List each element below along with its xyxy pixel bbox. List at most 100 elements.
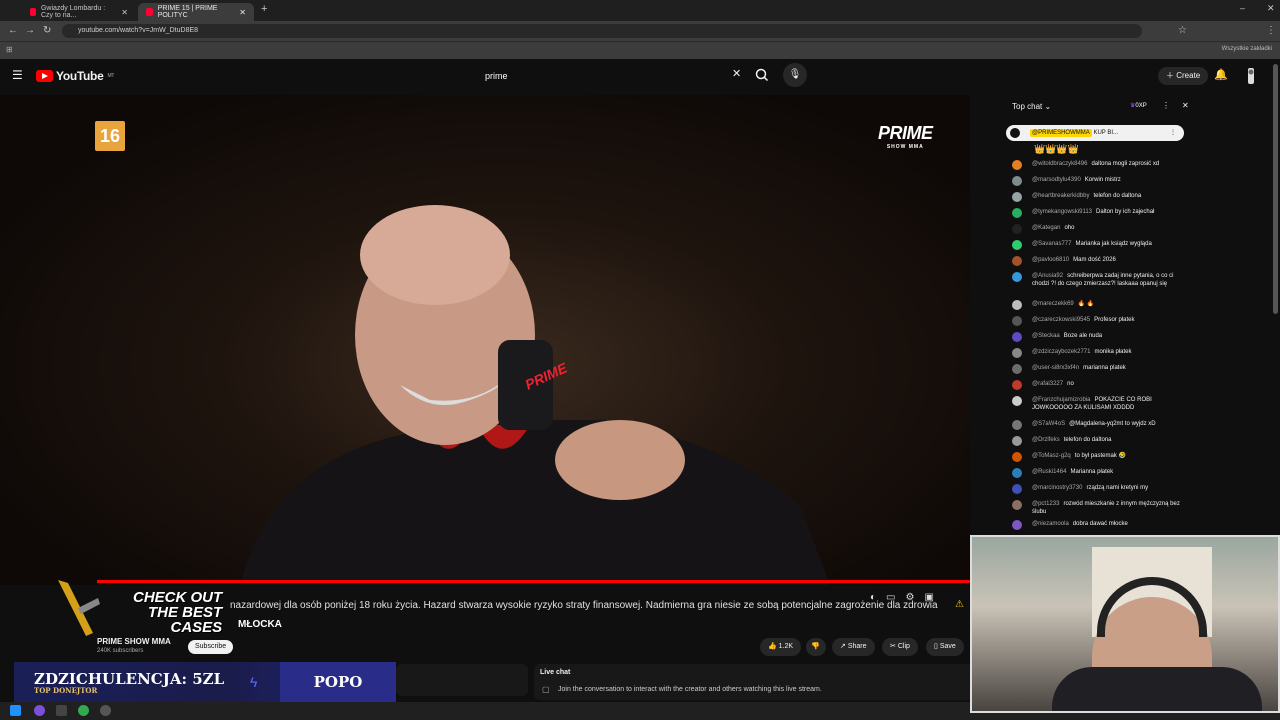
all-bookmarks-link[interactable]: Wszystkie zakładki: [1222, 46, 1272, 52]
chat-text: rządzą nami kretyni my: [1086, 485, 1149, 491]
chat-message[interactable]: @niezamoola dobra dawać młocke: [1012, 520, 1188, 530]
chat-message[interactable]: @ToMasz-g2q to był pastemak 🤣: [1012, 452, 1188, 462]
chat-more-icon[interactable]: ⋮: [1162, 101, 1170, 110]
description-panel[interactable]: [396, 664, 528, 696]
chat-author[interactable]: @Anusia92: [1032, 273, 1063, 279]
app-icon[interactable]: [34, 705, 45, 716]
search-button[interactable]: [752, 61, 772, 89]
chat-message[interactable]: @czareczkowski9545 Profesor płatek: [1012, 316, 1188, 326]
bookmark-star-icon[interactable]: ☆: [1178, 25, 1187, 36]
chat-message[interactable]: @Ruski1464 Marianna płatek: [1012, 468, 1188, 478]
chat-message[interactable]: @Franzchujamizrobia POKAZCIE CO ROBI JOWK…: [1012, 396, 1188, 412]
chrome-icon[interactable]: [78, 705, 89, 716]
browser-tab-1[interactable]: Gwiazdy Lombardu : Czy to na... ✕: [22, 3, 136, 21]
chat-message[interactable]: @pavloo6810 Mam dość 2026: [1012, 256, 1188, 266]
chat-author[interactable]: @heartbreakerkidbby: [1032, 193, 1089, 199]
pinned-more-icon[interactable]: ⋮: [1170, 125, 1176, 141]
like-button[interactable]: 👍 1.2K: [760, 638, 802, 656]
chat-author[interactable]: @Drzlfeks: [1032, 437, 1060, 443]
chat-author[interactable]: @Franzchujamizrobia: [1032, 397, 1090, 403]
url-field[interactable]: youtube.com/watch?v=JmW_DtuD8E8: [62, 24, 1142, 38]
chat-author[interactable]: @tymekangowski9113: [1032, 209, 1092, 215]
chat-mode-dropdown[interactable]: Top chat ⌄: [1012, 102, 1051, 111]
reload-icon[interactable]: ↻: [43, 25, 51, 36]
chat-author[interactable]: @witoldbraczyk8496: [1032, 161, 1087, 167]
start-icon[interactable]: [10, 705, 21, 716]
chat-message[interactable]: @marcinostry3730 rządzą nami kretyni my: [1012, 484, 1188, 494]
chat-message[interactable]: @rafal3227 no: [1012, 380, 1188, 390]
chat-message[interactable]: @Steckaa Boze ale nuda: [1012, 332, 1188, 342]
youtube-logo[interactable]: YouTube MT: [36, 69, 114, 83]
app-icon[interactable]: [56, 705, 67, 716]
chat-message[interactable]: @marsodtylu4390 Korwin mistrz: [1012, 176, 1188, 186]
webcam-shirt: [1052, 667, 1262, 711]
subscribe-button[interactable]: Subscribe: [188, 640, 234, 654]
close-window-icon[interactable]: ✕: [1267, 3, 1275, 14]
search-input[interactable]: prime: [477, 65, 747, 87]
browser-menu-icon[interactable]: ⋮: [1266, 25, 1276, 36]
chat-author[interactable]: @Steckaa: [1032, 333, 1060, 339]
video-progress-bar[interactable]: [97, 580, 970, 583]
chat-avatar: [1012, 484, 1022, 494]
back-icon[interactable]: ←: [8, 25, 18, 36]
chat-text: Marianka jak ksiądz wygląda: [1075, 241, 1152, 247]
promo-banner: CHECK OUT THE BEST CASES: [48, 580, 238, 636]
chat-author[interactable]: @S7aW4oS: [1032, 421, 1065, 427]
chat-author[interactable]: @Ruski1464: [1032, 469, 1066, 475]
chat-author[interactable]: @marcinostry3730: [1032, 485, 1082, 491]
create-button[interactable]: ＋ Create: [1158, 67, 1209, 85]
minimize-icon[interactable]: –: [1240, 3, 1245, 13]
chat-message[interactable]: @pct1233 rozwód mieszkanie z innym mężczy…: [1012, 500, 1188, 516]
chat-author[interactable]: @niezamoola: [1032, 521, 1069, 527]
share-button[interactable]: ↗ Share: [832, 638, 875, 656]
chat-message[interactable]: @user-si8rx3xf4n marianna platek: [1012, 364, 1188, 374]
chat-author[interactable]: @mareczekk69: [1032, 301, 1074, 307]
browser-tab-2[interactable]: PRIME 15 | PRIME POLITYC ✕: [138, 3, 254, 21]
dislike-button[interactable]: 👎: [806, 638, 826, 656]
chat-message[interactable]: @Kategan oho: [1012, 224, 1188, 234]
channel-info[interactable]: PRIME SHOW MMA 240K subscribers: [97, 637, 171, 654]
save-button[interactable]: ▯ Save: [926, 638, 964, 656]
chat-avatar: [1012, 332, 1022, 342]
chat-message[interactable]: @zdziczaybozek2771 monika płatek: [1012, 348, 1188, 358]
channel-name[interactable]: PRIME SHOW MMA: [97, 637, 171, 646]
close-tab-icon[interactable]: ✕: [239, 8, 246, 17]
live-chat-panel[interactable]: Live chat ▢ Join the conversation to int…: [534, 664, 974, 700]
page-scrollbar[interactable]: [1273, 64, 1278, 314]
chat-author[interactable]: @Savanas777: [1032, 241, 1071, 247]
new-tab-icon[interactable]: +: [261, 3, 267, 15]
chat-points[interactable]: ♛0XP: [1130, 102, 1147, 109]
chat-message[interactable]: @Anusia92 schreiberpwa zadaj inne pytania…: [1012, 272, 1188, 288]
chat-author[interactable]: @user-si8rx3xf4n: [1032, 365, 1079, 371]
chat-message[interactable]: @heartbreakerkidbby telefon do daltona: [1012, 192, 1188, 202]
like-count: 1.2K: [778, 643, 794, 650]
chat-message[interactable]: @mareczekk69 🔥 🔥: [1012, 300, 1188, 310]
chat-author[interactable]: @pavloo6810: [1032, 257, 1069, 263]
microphone-icon[interactable]: 🎙: [783, 63, 807, 87]
chat-message[interactable]: @witoldbraczyk8496 daltona mogli zaprosić…: [1012, 160, 1188, 170]
apps-grid-icon[interactable]: ⊞: [6, 45, 13, 54]
forward-icon[interactable]: →: [25, 25, 35, 36]
chat-author[interactable]: @Kategan: [1032, 225, 1060, 231]
chat-message[interactable]: @Drzlfeks telefon do daltona: [1012, 436, 1188, 446]
clip-button[interactable]: ✂ Clip: [882, 638, 918, 656]
pinned-message[interactable]: @PRIMESHOWMMA KUP BI... ⋮: [1006, 125, 1184, 141]
close-tab-icon[interactable]: ✕: [121, 8, 128, 17]
chat-message[interactable]: @S7aW4oS @Magdalena-yq2mt to wyjdz xD: [1012, 420, 1188, 430]
chat-author[interactable]: @pct1233: [1032, 501, 1059, 507]
chat-close-icon[interactable]: ✕: [1182, 101, 1189, 110]
hamburger-menu-icon[interactable]: ☰: [12, 68, 23, 82]
notifications-bell-icon[interactable]: 🔔: [1214, 68, 1228, 81]
video-player[interactable]: 16 PRIME SHOW MMA PRIME: [0, 95, 970, 585]
avatar[interactable]: [1244, 67, 1258, 85]
donator-subtitle: TOP DONEJTOR: [34, 686, 98, 695]
chat-author[interactable]: @ToMasz-g2q: [1032, 453, 1071, 459]
chat-author[interactable]: @czareczkowski9545: [1032, 317, 1090, 323]
chat-author[interactable]: @rafal3227: [1032, 381, 1063, 387]
chat-author[interactable]: @zdziczaybozek2771: [1032, 349, 1090, 355]
clear-search-icon[interactable]: ✕: [732, 67, 741, 80]
chat-author[interactable]: @marsodtylu4390: [1032, 177, 1081, 183]
app-icon[interactable]: [100, 705, 111, 716]
chat-message[interactable]: @tymekangowski9113 Dalton by ich zajechał: [1012, 208, 1188, 218]
chat-message[interactable]: @Savanas777 Marianka jak ksiądz wygląda: [1012, 240, 1188, 250]
